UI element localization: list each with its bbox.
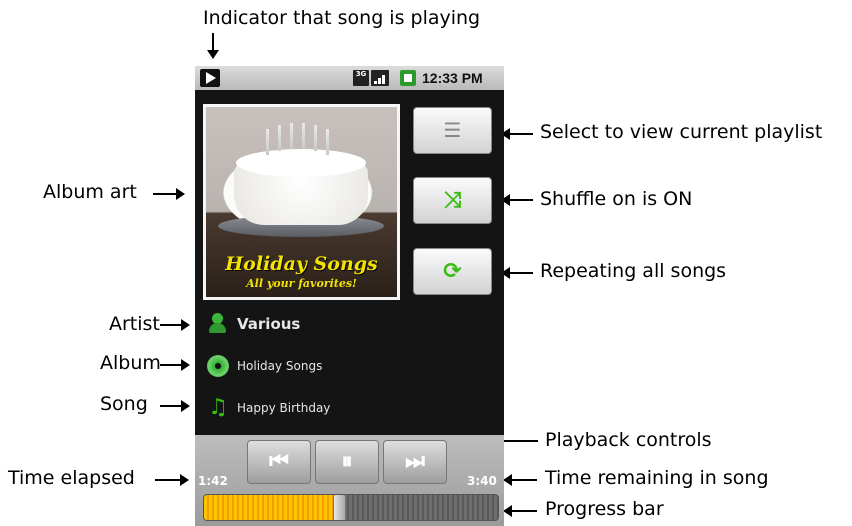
artist-name: Various: [237, 315, 301, 333]
album-name: Holiday Songs: [237, 359, 323, 373]
next-button[interactable]: ⏭: [383, 440, 447, 484]
playlist-icon: ☰: [443, 118, 462, 142]
annotation-album-art: Album art: [43, 181, 137, 203]
time-remaining: 3:40: [467, 474, 497, 488]
previous-button[interactable]: ⏮: [247, 440, 311, 484]
play-indicator-icon[interactable]: [200, 69, 220, 87]
annotation-progress-bar: Progress bar: [545, 498, 664, 520]
album-art-subtitle: All your favorites!: [246, 277, 357, 290]
candle: [278, 125, 281, 151]
arrow-album: [160, 359, 190, 371]
time-elapsed: 1:42: [198, 474, 228, 488]
shuffle-icon: ⤨: [443, 188, 462, 213]
candle: [266, 129, 269, 155]
album-art: Holiday Songs All your favorites!: [203, 104, 400, 300]
network-3g-icon: 3G: [353, 70, 369, 86]
playlist-button[interactable]: ☰: [413, 107, 492, 154]
annotation-playback-controls: Playback controls: [545, 429, 712, 451]
next-icon: ⏭: [405, 449, 425, 474]
arrow-repeat: [501, 267, 533, 279]
music-player-screen: 3G 12:33 PM Holiday Songs All your favor…: [195, 66, 504, 526]
network-label: 3G: [355, 70, 367, 78]
arrow-shuffle: [501, 194, 533, 206]
arrow-song: [160, 400, 190, 412]
annotation-album: Album: [100, 352, 161, 374]
progress-thumb[interactable]: [333, 495, 347, 520]
battery-icon: [400, 70, 416, 86]
progress-fill: [204, 495, 340, 520]
artist-icon: [207, 313, 229, 335]
repeat-icon: ⟳: [443, 259, 462, 284]
candle: [302, 123, 305, 149]
annotation-playing-indicator: Indicator that song is playing: [203, 7, 481, 29]
annotation-artist: Artist: [109, 313, 160, 335]
status-bar: 3G 12:33 PM: [195, 66, 504, 90]
shuffle-button[interactable]: ⤨: [413, 177, 492, 224]
music-note-icon: ♫: [208, 395, 228, 420]
previous-icon: ⏮: [269, 449, 289, 474]
arrow-playing-indicator: [207, 33, 219, 59]
pause-button[interactable]: ⏸: [315, 440, 379, 484]
annotation-shuffle: Shuffle on is ON: [540, 188, 693, 210]
candle: [314, 125, 317, 151]
status-clock: 12:33 PM: [422, 70, 483, 86]
annotation-time-remaining: Time remaining in song: [545, 467, 769, 489]
candle: [326, 129, 329, 155]
album-art-image: Holiday Songs All your favorites!: [206, 107, 397, 297]
song-name: Happy Birthday: [237, 401, 331, 415]
pause-icon: ⏸: [341, 449, 353, 474]
arrow-progress-bar: [503, 505, 537, 517]
arrow-album-art: [153, 188, 185, 200]
annotation-playlist: Select to view current playlist: [540, 121, 823, 143]
annotation-time-elapsed: Time elapsed: [8, 467, 135, 489]
playback-controls: ⏮ ⏸ ⏭ 1:42 3:40: [195, 435, 504, 526]
arrow-artist: [160, 319, 190, 331]
annotation-song: Song: [100, 393, 148, 415]
progress-bar[interactable]: [203, 494, 499, 521]
arrow-time-elapsed: [155, 474, 189, 486]
repeat-button[interactable]: ⟳: [413, 248, 492, 295]
arrow-time-remaining: [503, 474, 537, 486]
annotation-repeat: Repeating all songs: [540, 260, 727, 282]
arrow-playlist: [501, 128, 533, 140]
candle: [290, 123, 293, 149]
signal-icon: [371, 70, 389, 86]
album-art-title: Holiday Songs: [225, 253, 378, 275]
cake-top: [236, 149, 366, 177]
album-icon: [207, 355, 229, 377]
